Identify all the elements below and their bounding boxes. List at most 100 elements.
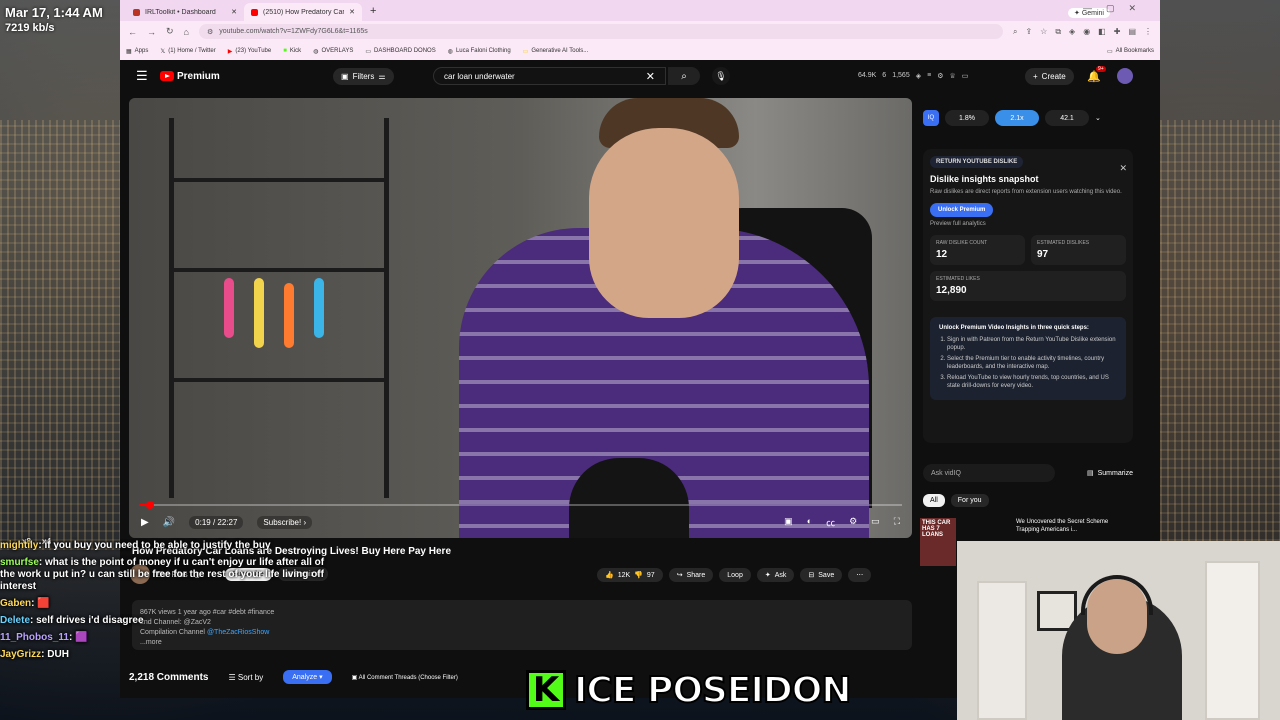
youtube-logo[interactable]: Premium <box>160 71 220 82</box>
like-button[interactable]: 👍 12K 👎 97 <box>597 568 663 582</box>
address-bar[interactable]: ⚙ youtube.com/watch?v=1ZWFdy7G6L6&t=1165… <box>198 24 1003 39</box>
recommendation-chips: All For you <box>923 494 989 507</box>
globe-icon: ◍ <box>313 48 319 55</box>
play-icon[interactable]: ▶ <box>141 517 149 528</box>
card-heading: Dislike insights snapshot <box>930 174 1039 184</box>
clear-icon[interactable]: ✕ <box>646 70 655 83</box>
cast-icon[interactable]: ▭ <box>962 72 969 80</box>
bookmark-youtube[interactable]: ▶ (23) YouTube <box>228 48 271 55</box>
step-item: Sign in with Patreon from the Return You… <box>947 336 1117 352</box>
chip-for-you[interactable]: For you <box>950 494 989 507</box>
window-controls[interactable]: —▢✕ <box>1083 3 1150 14</box>
player-controls: ▶ 🔊 0:19 / 22:27 Subscribe! › ▣ ◐ ㏄ ⚙ ▭ … <box>129 506 912 538</box>
vidiq-logo-icon[interactable]: IQ <box>923 110 939 126</box>
tab-close-icon[interactable]: ✕ <box>349 8 355 16</box>
zoom-icon[interactable]: ⌕ <box>1013 27 1017 37</box>
chip-all[interactable]: All <box>923 494 945 507</box>
gear-icon[interactable]: ⚙ <box>937 72 943 80</box>
views-stat: 64.9K <box>858 72 877 79</box>
create-button[interactable]: + Create <box>1025 67 1074 85</box>
save-button[interactable]: ⊟ Save <box>800 568 843 582</box>
rec-thumbnail[interactable]: THIS CAR HAS 7 LOANS <box>920 518 956 566</box>
search-icon: ⌕ <box>681 70 687 82</box>
settings-gear-icon[interactable]: ⚙ <box>849 516 857 529</box>
ask-button[interactable]: ✦ Ask <box>756 568 795 582</box>
thumbs-down-icon[interactable]: 👎 <box>634 571 643 579</box>
captions-icon[interactable]: ㏄ <box>826 516 835 529</box>
list-icon[interactable]: ≡ <box>927 72 931 80</box>
bookmark-icon: ⊟ <box>808 572 815 579</box>
forward-icon[interactable]: → <box>147 27 156 37</box>
folder-icon: ▭ <box>522 48 529 55</box>
speed-chip[interactable]: 42.1 <box>1045 110 1089 126</box>
home-icon[interactable]: ⌂ <box>184 27 189 37</box>
bookmark-ai-tools[interactable]: ▭ Generative AI Tools... <box>523 48 589 55</box>
speed-chip[interactable]: 1.8% <box>945 110 989 126</box>
bookmark-apps[interactable]: ▦ Apps <box>126 48 148 55</box>
extension-icon[interactable]: ◈ <box>916 72 921 80</box>
reload-icon[interactable]: ↻ <box>166 26 174 37</box>
star-icon[interactable]: ☆ <box>1040 27 1047 37</box>
time-display: 0:19 / 22:27 <box>189 515 244 529</box>
puzzle-icon[interactable]: ✚ <box>1114 27 1121 37</box>
extension-icon[interactable]: ⧉ <box>1055 27 1061 37</box>
autoplay-toggle-icon[interactable]: ◐ <box>807 516 812 529</box>
hamburger-menu-icon[interactable]: ☰ <box>136 68 148 84</box>
comment-threads-filter[interactable]: ▣ All Comment Threads (Choose Filter) <box>352 674 458 681</box>
subscribe-pill[interactable]: Subscribe! › <box>257 515 313 529</box>
site-info-icon[interactable]: ⚙ <box>207 28 213 36</box>
tab-irltoolkit[interactable]: IRLToolkit • Dashboard ✕ <box>126 3 244 21</box>
bookmark-overlays[interactable]: ◍ OVERLAYS <box>313 48 353 55</box>
search-button[interactable]: ⌕ <box>668 67 700 85</box>
bookmark-twitter[interactable]: 𝕏 (1) Home / Twitter <box>160 48 215 55</box>
city-lights-left <box>0 120 120 550</box>
chevron-down-icon[interactable]: ⌄ <box>1095 114 1101 122</box>
stat: 6 <box>882 72 887 79</box>
sort-button[interactable]: ☰ Sort by <box>228 673 263 682</box>
summarize-button[interactable]: ▤ Summarize <box>1087 469 1133 478</box>
folder-icon: ▭ <box>365 48 372 55</box>
speed-chip[interactable]: 2.1x <box>995 110 1039 126</box>
new-tab-button[interactable]: + <box>362 5 384 21</box>
card-subtext: Raw dislikes are direct reports from ext… <box>930 189 1122 195</box>
extension-icon[interactable]: ◉ <box>1083 27 1090 37</box>
url-text: youtube.com/watch?v=1ZWFdy7G6L6&t=1165s <box>219 28 368 35</box>
loop-button[interactable]: Loop <box>719 568 751 582</box>
chat-message: Gaben: 🟥 <box>0 598 50 609</box>
more-actions-button[interactable]: ⋯ <box>848 568 872 582</box>
bookmark-kick[interactable]: ■ Kick <box>283 48 301 54</box>
search-input[interactable]: car loan underwater ✕ <box>433 67 666 85</box>
sidebar-icon[interactable]: ▤ <box>1128 27 1136 37</box>
back-icon[interactable]: ← <box>128 27 137 37</box>
menu-dots-icon[interactable]: ⋮ <box>1144 27 1152 37</box>
extension-icon[interactable]: ◧ <box>1098 27 1106 37</box>
video-player[interactable]: ▶ 🔊 0:19 / 22:27 Subscribe! › ▣ ◐ ㏄ ⚙ ▭ … <box>129 98 912 538</box>
miniplayer-icon[interactable]: ▭ <box>871 516 880 529</box>
vidiq-icon[interactable]: ▣ <box>784 516 793 529</box>
video-actions: 👍 12K 👎 97 ↪ Share Loop ✦ Ask ⊟ Save ⋯ <box>597 568 872 582</box>
bookmark-label: (23) YouTube <box>235 48 272 54</box>
analyze-button[interactable]: Analyze ▾ <box>283 670 332 684</box>
close-icon[interactable]: ✕ <box>1119 163 1127 174</box>
extension-icon[interactable]: ◈ <box>1069 27 1075 37</box>
webcam-door <box>977 581 1027 720</box>
fullscreen-icon[interactable]: ⛶ <box>894 516 900 529</box>
vidiq-icon: ▣ <box>351 674 358 681</box>
bookmark-luca[interactable]: ◍ Luca Faloni Clothing <box>448 48 511 55</box>
tab-close-icon[interactable]: ✕ <box>231 8 237 16</box>
volume-icon[interactable]: 🔊 <box>163 517 175 528</box>
unlock-premium-button[interactable]: Unlock Premium <box>930 203 994 217</box>
share-icon[interactable]: ⇪ <box>1025 27 1032 37</box>
bookmark-donos[interactable]: ▭ DASHBOARD DONOS <box>365 48 435 55</box>
sparkle-icon: ✦ <box>764 572 771 579</box>
voice-search-button[interactable]: 🎙 <box>712 67 730 85</box>
filters-button[interactable]: ▣ Filters ⚌ <box>333 67 394 85</box>
tab-youtube[interactable]: (2510) How Predatory Car Loa... ✕ <box>244 3 362 21</box>
account-avatar[interactable] <box>1117 68 1133 84</box>
trophy-icon[interactable]: ♕ <box>950 72 956 80</box>
share-button[interactable]: ↪ Share <box>668 568 714 582</box>
metric-value: 97 <box>1037 249 1049 260</box>
ask-vidiq-input[interactable]: Ask vidIQ <box>923 464 1055 482</box>
all-bookmarks[interactable]: ▭ All Bookmarks <box>1107 48 1154 55</box>
preview-text: Preview full analytics <box>930 221 986 227</box>
